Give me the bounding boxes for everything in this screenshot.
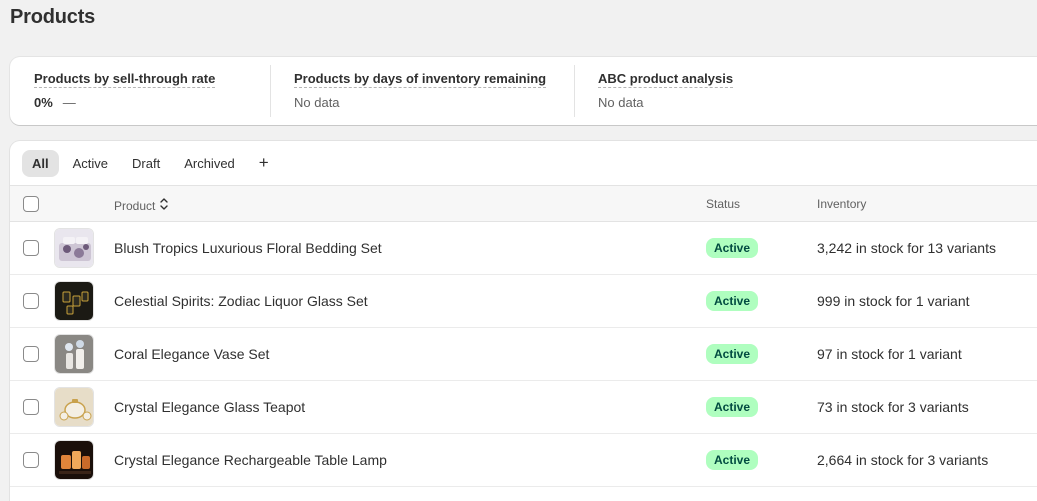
column-header-status: Status bbox=[706, 197, 741, 211]
product-name-link[interactable]: Celestial Spirits: Zodiac Liquor Glass S… bbox=[114, 293, 368, 309]
tab-archived[interactable]: Archived bbox=[174, 150, 245, 177]
metrics-card: Products by sell-through rate 0% — Produ… bbox=[10, 57, 1037, 125]
metric-label[interactable]: ABC product analysis bbox=[598, 71, 734, 88]
table-row[interactable]: Celestial Spirits: Zodiac Liquor Glass S… bbox=[10, 275, 1037, 328]
status-badge: Active bbox=[706, 291, 759, 311]
inventory-text: 999 in stock for 1 variant bbox=[817, 293, 970, 309]
sort-icon bbox=[159, 197, 169, 214]
product-name-link[interactable]: Blush Tropics Luxurious Floral Bedding S… bbox=[114, 240, 382, 256]
product-name-link[interactable]: Crystal Elegance Glass Teapot bbox=[114, 399, 305, 415]
tab-draft[interactable]: Draft bbox=[122, 150, 170, 177]
column-header-product[interactable]: Product bbox=[114, 197, 169, 214]
tab-all[interactable]: All bbox=[22, 149, 59, 177]
glass-set-thumbnail bbox=[54, 281, 94, 321]
metric-abc-analysis[interactable]: ABC product analysis No data bbox=[574, 57, 874, 125]
metric-value: No data bbox=[294, 95, 340, 110]
metric-trend: — bbox=[62, 95, 76, 110]
status-badge: Active bbox=[706, 344, 759, 364]
products-table-card: All Active Draft Archived + Product Stat… bbox=[10, 141, 1037, 501]
metric-label[interactable]: Products by days of inventory remaining bbox=[294, 71, 547, 88]
page-title: Products bbox=[10, 6, 96, 28]
select-all-checkbox[interactable] bbox=[23, 196, 39, 212]
column-header-inventory: Inventory bbox=[817, 197, 867, 211]
status-badge: Active bbox=[706, 397, 759, 417]
row-checkbox[interactable] bbox=[23, 240, 39, 256]
teapot-thumbnail bbox=[54, 387, 94, 427]
status-badge: Active bbox=[706, 450, 759, 470]
vase-thumbnail bbox=[54, 334, 94, 374]
product-name-link[interactable]: Crystal Elegance Rechargeable Table Lamp bbox=[114, 452, 387, 468]
column-header-label: Product bbox=[114, 198, 156, 213]
status-badge: Active bbox=[706, 238, 759, 258]
add-view-button[interactable]: + bbox=[249, 150, 279, 176]
table-header: Product Status Inventory bbox=[10, 185, 1037, 222]
metric-days-inventory[interactable]: Products by days of inventory remaining … bbox=[270, 57, 574, 125]
inventory-text: 73 in stock for 3 variants bbox=[817, 399, 969, 415]
bedding-thumbnail bbox=[54, 228, 94, 268]
metric-sell-through[interactable]: Products by sell-through rate 0% — bbox=[10, 57, 270, 125]
metric-value: 0% bbox=[34, 95, 53, 110]
inventory-text: 97 in stock for 1 variant bbox=[817, 346, 962, 362]
tab-active[interactable]: Active bbox=[63, 150, 118, 177]
table-row[interactable]: Blush Tropics Luxurious Floral Bedding S… bbox=[10, 222, 1037, 275]
row-checkbox[interactable] bbox=[23, 452, 39, 468]
view-tabs: All Active Draft Archived + bbox=[10, 141, 1037, 185]
metric-value: No data bbox=[598, 95, 644, 110]
inventory-text: 2,664 in stock for 3 variants bbox=[817, 452, 989, 468]
table-body: Blush Tropics Luxurious Floral Bedding S… bbox=[10, 222, 1037, 487]
lamp-thumbnail bbox=[54, 440, 94, 480]
table-row[interactable]: Crystal Elegance Rechargeable Table Lamp… bbox=[10, 434, 1037, 487]
product-name-link[interactable]: Coral Elegance Vase Set bbox=[114, 346, 269, 362]
table-row[interactable]: Crystal Elegance Glass Teapot Active 73 … bbox=[10, 381, 1037, 434]
inventory-text: 3,242 in stock for 13 variants bbox=[817, 240, 996, 256]
row-checkbox[interactable] bbox=[23, 293, 39, 309]
table-row[interactable]: Coral Elegance Vase Set Active 97 in sto… bbox=[10, 328, 1037, 381]
row-checkbox[interactable] bbox=[23, 399, 39, 415]
row-checkbox[interactable] bbox=[23, 346, 39, 362]
metric-label[interactable]: Products by sell-through rate bbox=[34, 71, 216, 88]
